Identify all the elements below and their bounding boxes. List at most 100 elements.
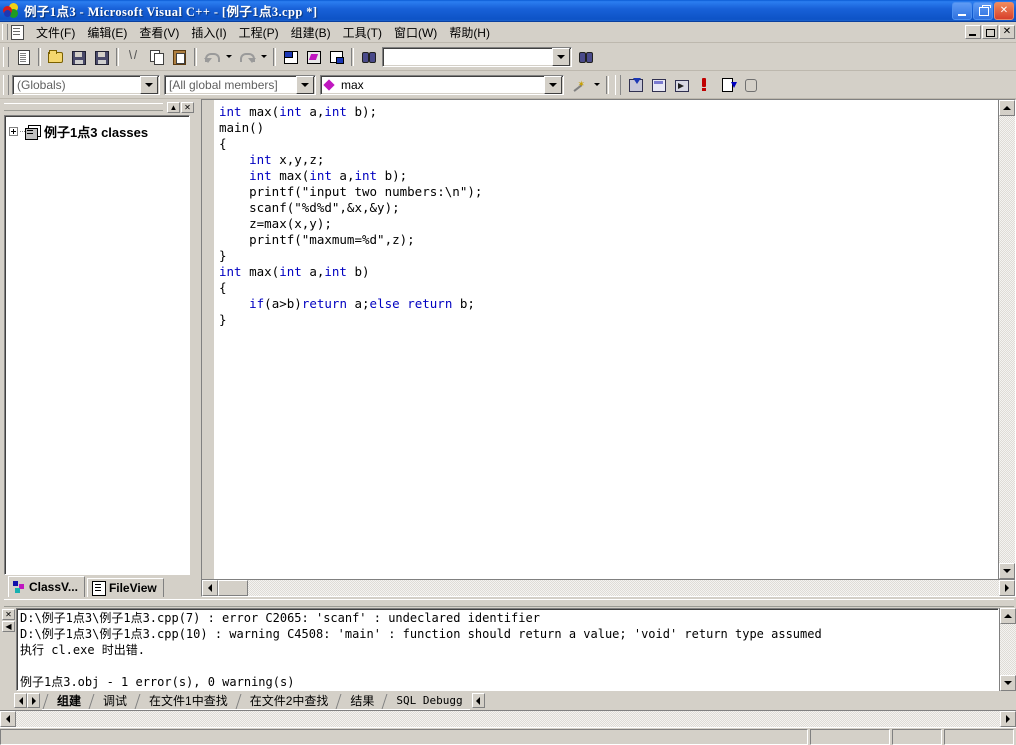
mdi-minimize-button[interactable] <box>965 25 981 39</box>
window-close-button[interactable]: ✕ <box>994 1 1014 20</box>
menu-gripper[interactable] <box>2 24 8 40</box>
copy-button[interactable] <box>145 46 168 68</box>
stop-build-button[interactable] <box>739 74 762 96</box>
window-minimize-button[interactable] <box>952 1 972 20</box>
class-combo-dropdown[interactable] <box>140 75 158 94</box>
members-combo[interactable]: [All global members] <box>164 74 316 95</box>
output-button[interactable] <box>302 46 325 68</box>
menu-item-edit[interactable]: 编辑(E) <box>81 22 133 43</box>
execute-icon <box>673 77 690 93</box>
scroll-up-button[interactable] <box>999 100 1015 116</box>
mdi-close-button[interactable]: ✕ <box>999 25 1015 39</box>
workspace-close-button[interactable]: ✕ <box>181 101 194 113</box>
class-combo[interactable]: (Globals) <box>12 74 160 95</box>
menu-item-window[interactable]: 窗口(W) <box>388 22 443 43</box>
horizontal-scroll-thumb[interactable] <box>218 580 248 596</box>
output-scroll-track[interactable] <box>1000 624 1016 675</box>
output-tab-sql-debugging[interactable]: SQL Debugg <box>389 693 469 709</box>
menu-item-project[interactable]: 工程(P) <box>233 22 285 43</box>
code-text-area[interactable]: int max(int a,int b); main(){ int x,y,z; … <box>215 100 998 579</box>
output-tab-build[interactable]: 组建 <box>50 693 88 709</box>
output-horizontal-scrollbar[interactable] <box>0 710 1016 727</box>
new-text-file-button[interactable] <box>12 46 35 68</box>
editor-gutter[interactable] <box>202 100 215 579</box>
find-input[interactable] <box>383 48 551 65</box>
menu-item-view[interactable]: 查看(V) <box>133 22 185 43</box>
menu-item-tools[interactable]: 工具(T) <box>337 22 388 43</box>
arrow-left-icon <box>6 715 10 723</box>
vcpp-app-icon[interactable] <box>3 2 19 19</box>
redo-button[interactable] <box>235 46 258 68</box>
menu-item-insert[interactable]: 插入(I) <box>185 22 232 43</box>
paste-button[interactable] <box>168 46 191 68</box>
tab-divider <box>381 693 389 709</box>
output-drag-handle[interactable] <box>4 598 1014 607</box>
cut-button[interactable] <box>122 46 145 68</box>
horizontal-scroll-track[interactable] <box>248 580 999 596</box>
redo-dropdown-button[interactable] <box>258 46 270 68</box>
output-scroll-down-button[interactable] <box>1000 675 1016 691</box>
wizard-actions-button[interactable] <box>568 74 591 96</box>
tab-file-view[interactable]: FileView <box>86 578 164 597</box>
output-scroll-left-button[interactable] <box>0 711 16 727</box>
workspace-drag-handle[interactable] <box>4 103 163 111</box>
save-button[interactable] <box>67 46 90 68</box>
find-target-button[interactable] <box>357 46 380 68</box>
undo-button[interactable] <box>200 46 223 68</box>
tab-scroll-right-button[interactable] <box>471 693 485 708</box>
wizard-bar-gripper[interactable] <box>3 74 9 95</box>
scroll-right-button[interactable] <box>999 580 1015 596</box>
wizard-bar: (Globals) [All global members] max <box>0 71 1016 99</box>
workspace-minimize-button[interactable]: ▲ <box>167 101 180 113</box>
output-vertical-scrollbar[interactable] <box>999 608 1016 691</box>
function-combo-dropdown[interactable] <box>544 75 562 94</box>
find-in-files-button[interactable] <box>574 46 597 68</box>
document-icon[interactable] <box>11 24 27 40</box>
tab-scroll-next-button[interactable] <box>27 693 40 708</box>
output-close-button[interactable]: ✕ <box>2 609 15 620</box>
standard-toolbar-gripper[interactable] <box>3 46 9 67</box>
find-combo-dropdown[interactable] <box>552 47 570 66</box>
tab-class-view[interactable]: ClassV... <box>8 576 85 597</box>
vertical-scroll-track[interactable] <box>999 116 1015 563</box>
find-combo[interactable] <box>382 46 572 67</box>
tab-scroll-prev-button[interactable] <box>14 693 27 708</box>
output-panel: ✕ ◀ D:\例子1点3\例子1点3.cpp(7) : error C2065:… <box>0 597 1016 745</box>
output-hscroll-track[interactable] <box>16 711 1000 727</box>
workspace-tree[interactable]: 例子1点3 classes <box>4 115 190 575</box>
output-minimize-button[interactable]: ◀ <box>2 621 15 632</box>
expand-plus-icon[interactable] <box>9 127 18 136</box>
output-text-area[interactable]: D:\例子1点3\例子1点3.cpp(7) : error C2065: 'sc… <box>16 608 999 691</box>
window-list-button[interactable] <box>325 46 348 68</box>
insert-remove-breakpoint-button[interactable] <box>693 74 716 96</box>
output-tab-find-in-files-2[interactable]: 在文件2中查找 <box>243 693 336 709</box>
open-button[interactable] <box>44 46 67 68</box>
output-tab-results[interactable]: 结果 <box>343 693 381 709</box>
editor-horizontal-scrollbar[interactable] <box>202 579 1015 596</box>
output-tab-debug[interactable]: 调试 <box>96 693 134 709</box>
members-combo-dropdown[interactable] <box>296 75 314 94</box>
execute-program-button[interactable] <box>670 74 693 96</box>
workspace-button[interactable] <box>279 46 302 68</box>
output-tab-find-in-files-1[interactable]: 在文件1中查找 <box>142 693 235 709</box>
compile-button[interactable] <box>624 74 647 96</box>
mdi-restore-button[interactable] <box>982 25 998 39</box>
workspace-panel: ▲ ✕ 例子1点3 classes ClassV... FileView <box>0 99 196 597</box>
build-toolbar-gripper[interactable] <box>615 74 621 95</box>
build-button[interactable] <box>647 74 670 96</box>
wizard-actions-dropdown[interactable] <box>591 74 603 96</box>
output-scroll-up-button[interactable] <box>1000 608 1016 624</box>
menu-item-file[interactable]: 文件(F) <box>30 22 81 43</box>
scroll-down-button[interactable] <box>999 563 1015 579</box>
output-scroll-right-button[interactable] <box>1000 711 1016 727</box>
function-combo[interactable]: max <box>320 74 564 95</box>
menu-item-build[interactable]: 组建(B) <box>285 22 337 43</box>
menu-item-help[interactable]: 帮助(H) <box>443 22 496 43</box>
tree-item-root[interactable]: 例子1点3 classes <box>9 122 185 141</box>
undo-dropdown-button[interactable] <box>223 46 235 68</box>
go-button[interactable] <box>716 74 739 96</box>
save-all-button[interactable] <box>90 46 113 68</box>
editor-vertical-scrollbar[interactable] <box>998 100 1015 579</box>
window-restore-button[interactable] <box>973 1 993 20</box>
scroll-left-button[interactable] <box>202 580 218 596</box>
